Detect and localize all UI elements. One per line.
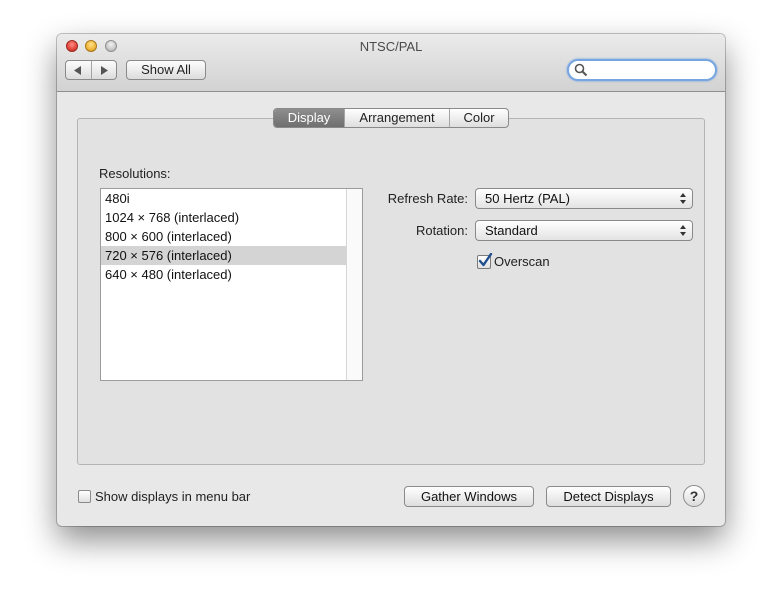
tab-arrangement[interactable]: Arrangement <box>344 109 449 127</box>
gather-windows-button[interactable]: Gather Windows <box>404 486 534 507</box>
resolution-item-800x600[interactable]: 800 × 600 (interlaced) <box>101 227 347 246</box>
show-displays-menubar-checkbox[interactable] <box>78 490 91 503</box>
checkmark-icon <box>478 253 493 267</box>
resolutions-scrollbar[interactable] <box>346 189 362 380</box>
show-all-button[interactable]: Show All <box>126 60 206 80</box>
rotation-label: Rotation: <box>415 223 468 238</box>
system-preferences-window: NTSC/PAL Show All Display Arrangement Co… <box>57 34 725 526</box>
overscan-checkbox[interactable] <box>477 253 493 269</box>
toolbar: NTSC/PAL Show All <box>57 34 725 92</box>
resolution-item-640x480[interactable]: 640 × 480 (interlaced) <box>101 265 347 284</box>
overscan-label[interactable]: Overscan <box>494 254 550 269</box>
help-button[interactable]: ? <box>683 485 705 507</box>
navigation-group <box>65 60 117 80</box>
back-arrow-icon <box>74 65 82 75</box>
rotation-value: Standard <box>485 223 538 238</box>
resolutions-list[interactable]: 480i 1024 × 768 (interlaced) 800 × 600 (… <box>100 188 363 381</box>
forward-button[interactable] <box>92 61 117 79</box>
back-button[interactable] <box>66 61 91 79</box>
resolutions-label: Resolutions: <box>99 166 171 181</box>
resolution-item-720x576[interactable]: 720 × 576 (interlaced) <box>101 246 347 265</box>
rotation-popup[interactable]: Standard <box>475 220 693 241</box>
detect-displays-button[interactable]: Detect Displays <box>546 486 671 507</box>
tab-color[interactable]: Color <box>449 109 508 127</box>
search-field[interactable] <box>567 59 717 81</box>
window-title: NTSC/PAL <box>359 39 423 54</box>
refresh-rate-value: 50 Hertz (PAL) <box>485 191 571 206</box>
resolution-item-480i[interactable]: 480i <box>101 189 347 208</box>
tab-display[interactable]: Display <box>274 109 344 127</box>
show-displays-menubar-label[interactable]: Show displays in menu bar <box>95 489 250 504</box>
magnifier-icon <box>574 63 588 77</box>
tab-bar: Display Arrangement Color <box>273 108 509 128</box>
refresh-rate-label: Refresh Rate: <box>387 191 468 206</box>
popup-arrows-icon <box>680 193 686 204</box>
forward-arrow-icon <box>100 65 108 75</box>
refresh-rate-popup[interactable]: 50 Hertz (PAL) <box>475 188 693 209</box>
resolution-item-1024x768[interactable]: 1024 × 768 (interlaced) <box>101 208 347 227</box>
popup-arrows-icon <box>680 225 686 236</box>
